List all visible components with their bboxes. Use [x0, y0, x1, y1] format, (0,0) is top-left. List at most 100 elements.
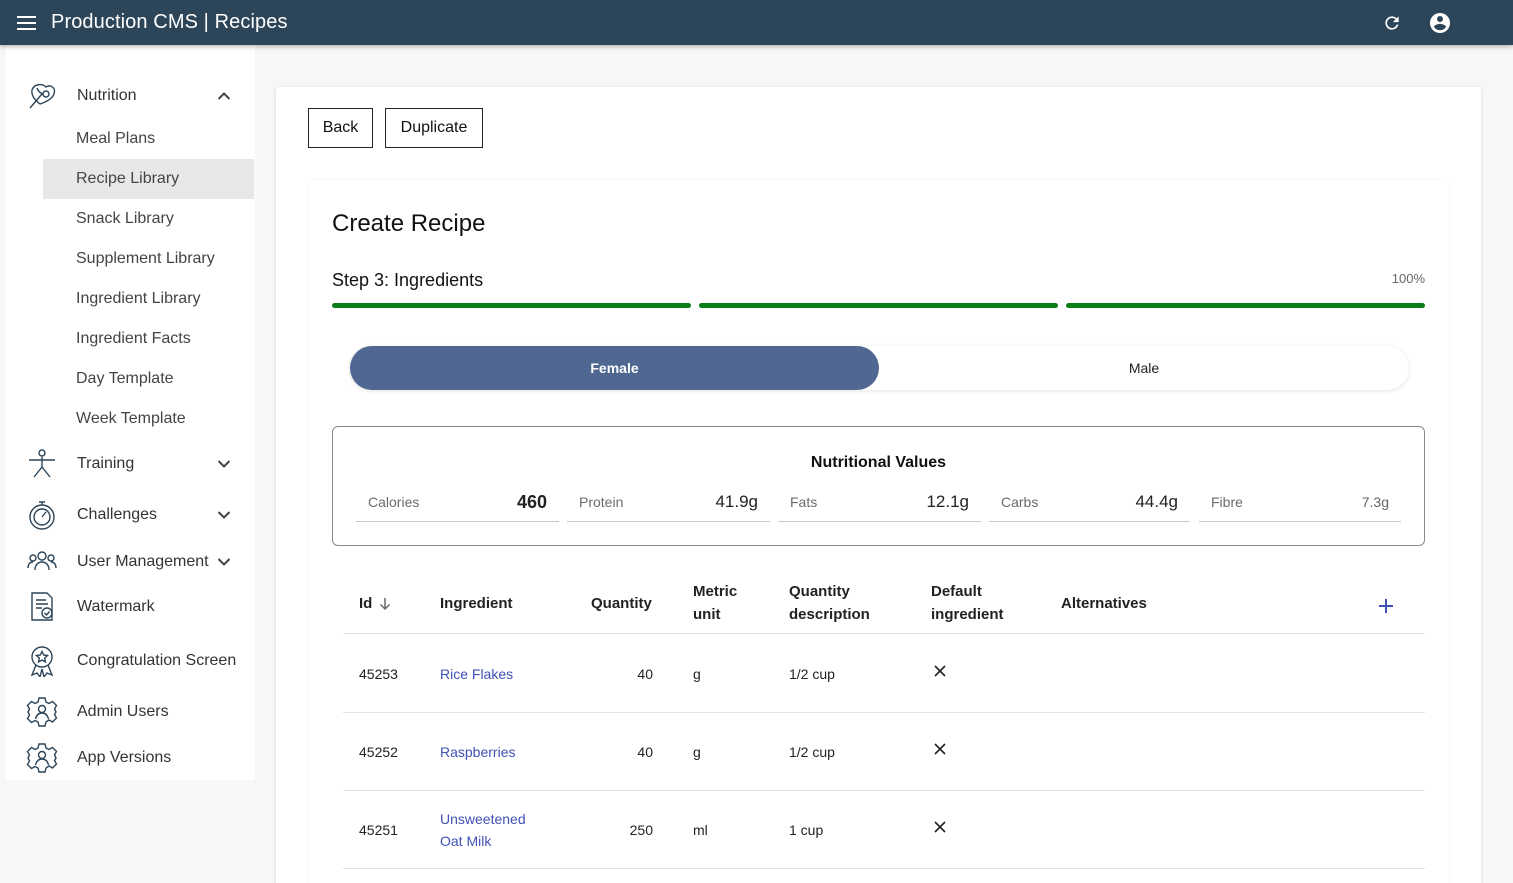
sidebar-group-user-management[interactable]: User Management	[6, 544, 255, 580]
sidebar-group-nutrition[interactable]: Nutrition	[6, 78, 255, 114]
page-title: Create Recipe	[332, 210, 486, 237]
challenges-icon	[25, 498, 59, 532]
cell-description: 1/2 cup	[789, 744, 835, 760]
nutrition-field-carbs: Carbs 44.4g	[989, 485, 1190, 522]
sidebar-item-watermark[interactable]: Watermark	[6, 589, 255, 625]
ingredient-link[interactable]: Rice Flakes	[440, 663, 513, 685]
training-icon	[25, 447, 59, 481]
nutritional-values-title: Nutritional Values	[810, 454, 947, 471]
sidebar-item-supplement-library[interactable]: Supplement Library	[43, 239, 254, 279]
cell-description: 1 cup	[789, 822, 824, 838]
sidebar-group-training[interactable]: Training	[6, 446, 255, 482]
cell-unit: g	[693, 666, 701, 682]
cell-quantity: 40	[637, 744, 653, 760]
sidebar-item-app-versions[interactable]: App Versions	[6, 740, 255, 776]
refresh-icon[interactable]	[1379, 10, 1405, 36]
nutrition-field-calories: Calories 460	[356, 485, 559, 522]
cell-quantity: 40	[637, 666, 653, 682]
back-button[interactable]: Back	[308, 108, 373, 148]
sidebar-item-day-template[interactable]: Day Template	[43, 359, 254, 399]
sidebar: Nutrition Meal Plans Recipe Library Snac…	[6, 45, 255, 883]
menu-icon[interactable]	[17, 13, 43, 33]
progress-percent: 100%	[1391, 271, 1425, 286]
recipe-page-card: Back Duplicate Create Recipe Step 3: Ing…	[276, 87, 1481, 883]
nutritional-values-box: Nutritional Values Calories 460 Protein …	[332, 426, 1425, 546]
table-row: 45251 Unsweetened Oat Milk 250 ml 1 cup	[343, 791, 1425, 869]
nutrition-label: Fibre	[1211, 494, 1243, 510]
arrow-down-icon	[380, 597, 391, 610]
column-header-default-ingredient: Default ingredient	[931, 580, 1004, 626]
column-header-label: Id	[359, 595, 373, 612]
nutrition-label: Carbs	[1001, 494, 1039, 510]
account-circle-icon[interactable]	[1427, 10, 1453, 36]
nutrition-label: Fats	[790, 494, 818, 510]
chevron-down-icon	[214, 454, 234, 474]
sidebar-item-ingredient-facts[interactable]: Ingredient Facts	[43, 319, 254, 359]
column-header-ingredient: Ingredient	[440, 595, 513, 612]
column-header-quantity: Quantity	[591, 595, 652, 612]
sidebar-group-label: User Management	[77, 553, 209, 570]
ingredient-link[interactable]: Raspberries	[440, 741, 515, 763]
column-header-line: unit	[693, 606, 721, 623]
nutrition-field-protein: Protein 41.9g	[567, 485, 770, 522]
nutrition-value: 44.4g	[1135, 492, 1178, 511]
sidebar-group-label: Training	[77, 455, 135, 472]
nutrition-value: 12.1g	[926, 492, 969, 511]
app-gear-icon	[25, 741, 59, 775]
progress-step-2	[699, 303, 1058, 308]
close-icon[interactable]	[933, 818, 947, 840]
cell-id: 45252	[359, 744, 398, 760]
gender-toggle: Female Male	[350, 346, 1409, 390]
sidebar-item-label: Watermark	[77, 598, 155, 615]
sidebar-item-admin-users[interactable]: Admin Users	[6, 694, 255, 730]
column-header-alternatives: Alternatives	[1061, 595, 1147, 612]
column-header-line: Quantity	[789, 583, 850, 600]
cell-unit: ml	[693, 822, 708, 838]
column-header-id[interactable]: Id	[359, 592, 392, 615]
toggle-male[interactable]: Male	[879, 346, 1409, 390]
create-recipe-form: Create Recipe Step 3: Ingredients 100% F…	[308, 180, 1449, 883]
users-icon	[25, 545, 59, 579]
sidebar-item-congratulation-screen[interactable]: Congratulation Screen	[6, 643, 255, 679]
chevron-up-icon	[214, 86, 234, 106]
nutrition-field-fibre: Fibre 7.3g	[1199, 485, 1401, 522]
ingredient-link-line: Oat Milk	[440, 833, 492, 849]
sidebar-item-ingredient-library[interactable]: Ingredient Library	[43, 279, 254, 319]
sidebar-item-meal-plans[interactable]: Meal Plans	[43, 119, 254, 159]
admin-gear-icon	[25, 695, 59, 729]
table-row: 45252 Raspberries 40 g 1/2 cup	[343, 713, 1425, 791]
sidebar-group-label: Nutrition	[77, 87, 137, 104]
chevron-down-icon	[214, 505, 234, 525]
toggle-female[interactable]: Female	[350, 346, 879, 390]
sidebar-item-week-template[interactable]: Week Template	[43, 399, 254, 439]
progress-step-3	[1066, 303, 1425, 308]
column-header-line: Default	[931, 583, 982, 600]
close-icon[interactable]	[933, 740, 947, 762]
column-header-line: ingredient	[931, 606, 1004, 623]
progress-step-1	[332, 303, 691, 308]
nutrition-value: 41.9g	[715, 492, 758, 511]
nutrition-field-fats: Fats 12.1g	[778, 485, 981, 522]
nutrition-label: Calories	[368, 494, 420, 510]
cell-id: 45253	[359, 666, 398, 682]
column-header-quantity-description: Quantity description	[789, 580, 870, 626]
ingredient-link-line: Unsweetened	[440, 811, 526, 827]
column-header-line: description	[789, 606, 870, 623]
sidebar-item-snack-library[interactable]: Snack Library	[43, 199, 254, 239]
close-icon[interactable]	[933, 662, 947, 684]
table-row: 45253 Rice Flakes 40 g 1/2 cup	[343, 635, 1425, 713]
nutrition-label: Protein	[579, 494, 624, 510]
duplicate-button[interactable]: Duplicate	[385, 108, 483, 148]
cell-unit: g	[693, 744, 701, 760]
nutrition-icon	[25, 79, 59, 113]
table-header: Id Ingredient Quantity Metric unit Quant…	[343, 576, 1425, 634]
cell-id: 45251	[359, 822, 398, 838]
sidebar-item-label: Admin Users	[77, 703, 169, 720]
column-header-line: Metric	[693, 583, 738, 600]
sidebar-group-label: Challenges	[77, 506, 158, 523]
sidebar-item-recipe-library[interactable]: Recipe Library	[43, 159, 254, 199]
chevron-down-icon	[214, 552, 234, 572]
ingredient-link[interactable]: Unsweetened Oat Milk	[440, 808, 526, 852]
sidebar-group-challenges[interactable]: Challenges	[6, 497, 255, 533]
plus-icon[interactable]	[1374, 594, 1398, 618]
